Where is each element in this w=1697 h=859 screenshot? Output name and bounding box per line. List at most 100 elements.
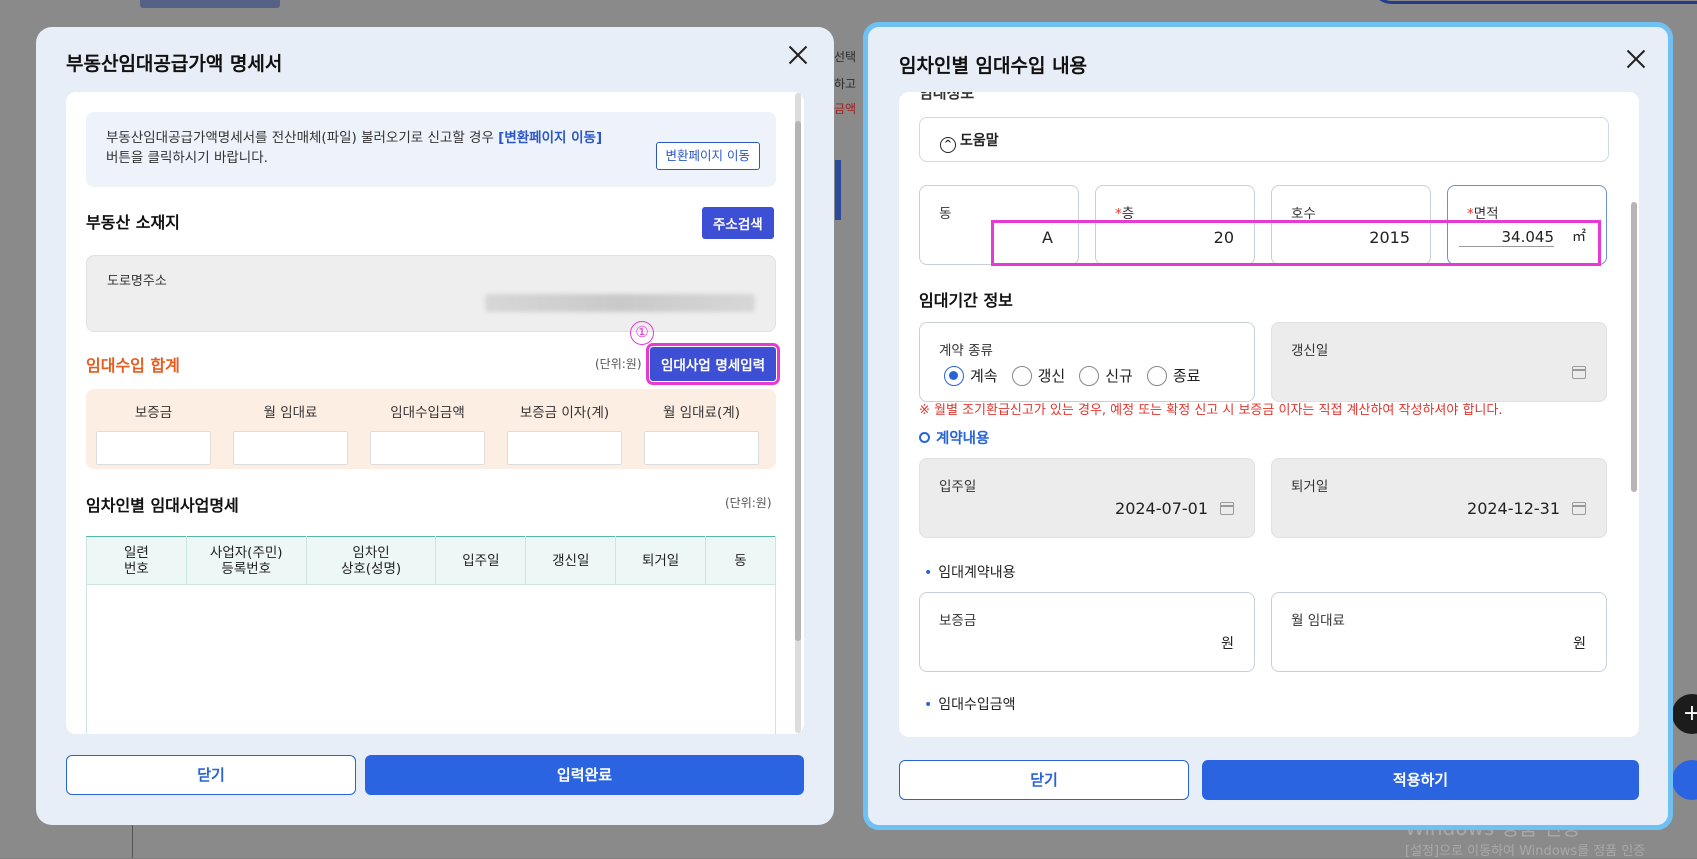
contract-type-radio-group: 계속 갱신 신규 종료 bbox=[944, 365, 1200, 386]
close-icon[interactable] bbox=[786, 43, 810, 67]
contract-type-field: 계약 종류 계속 갱신 신규 종료 bbox=[919, 322, 1255, 402]
move-out-value: 2024-12-31 bbox=[1467, 499, 1560, 518]
background-text: 하고 bbox=[834, 77, 857, 91]
modal-body: 임대정보 ^도움말 ② 동 A *층 20 호수 2015 *면적 34.045… bbox=[899, 92, 1639, 737]
sum-col-income: 임대수입금액 bbox=[365, 389, 490, 465]
radio-new[interactable]: 신규 bbox=[1079, 365, 1133, 386]
calendar-icon[interactable] bbox=[1220, 502, 1234, 515]
col-reg-number: 사업자(주민) 등록번호 bbox=[185, 536, 307, 585]
radio-label: 계속 bbox=[970, 367, 998, 385]
income-total-input[interactable] bbox=[370, 431, 485, 465]
deposit-interest-warning: ※ 월별 조기환급신고가 있는 경우, 예정 또는 확정 신고 시 보증금 이자… bbox=[919, 403, 1503, 418]
info-text-2: 버튼을 클릭하시기 바랍니다. bbox=[106, 150, 268, 166]
tenant-unit-note: (단위:원) bbox=[725, 496, 772, 510]
radio-end[interactable]: 종료 bbox=[1146, 365, 1200, 386]
tenant-table: 일련 번호 사업자(주민) 등록번호 임차인 상호(성명) 입주일 갱신일 퇴거… bbox=[86, 536, 776, 585]
calendar-icon[interactable] bbox=[1572, 366, 1586, 379]
modal-title: 부동산임대공급가액 명세서 bbox=[66, 53, 283, 75]
scrollbar-thumb[interactable] bbox=[795, 121, 801, 641]
supply-value-statement-modal: 부동산임대공급가액 명세서 부동산임대공급가액명세서를 전산매체(파일) 불러오… bbox=[36, 27, 834, 825]
monthly-rent-unit: 원 bbox=[1573, 636, 1586, 652]
rent-total-title: 임대수입 합계 bbox=[86, 356, 180, 375]
radio-icon bbox=[1146, 365, 1167, 386]
lease-contract-title: 임대계약내용 bbox=[924, 562, 1015, 582]
radio-icon bbox=[1011, 365, 1032, 386]
area-label: *면적 bbox=[1467, 206, 1499, 222]
monthly-rent-label: 월 임대료 bbox=[1291, 613, 1345, 629]
apply-button[interactable]: 적용하기 bbox=[1202, 760, 1639, 800]
info-link-text: [변환페이지 이동] bbox=[498, 130, 603, 146]
chevron-up-icon: ^ bbox=[940, 137, 956, 153]
calendar-icon[interactable] bbox=[1572, 502, 1586, 515]
period-section-title: 임대기간 정보 bbox=[919, 291, 1013, 310]
deposit-field[interactable]: 보증금 원 bbox=[919, 592, 1255, 672]
help-toggle[interactable]: ^ 도움말 bbox=[919, 117, 1609, 162]
scrollbar[interactable] bbox=[795, 93, 801, 733]
modal-body: 부동산임대공급가액명세서를 전산매체(파일) 불러오기로 신고할 경우 [변환페… bbox=[66, 92, 804, 734]
modal-title: 임차인별 임대수입 내용 bbox=[899, 55, 1088, 77]
background-text: 선택 bbox=[834, 50, 857, 64]
building-label: 동 bbox=[939, 206, 952, 222]
tenant-rent-income-modal: 임차인별 임대수입 내용 임대정보 ^도움말 ② 동 A *층 20 호수 20… bbox=[863, 22, 1673, 830]
col-renewal: 갱신일 bbox=[525, 536, 617, 585]
col-tenant-name: 임차인 상호(성명) bbox=[305, 536, 437, 585]
chatbot-fab-button[interactable] bbox=[1672, 760, 1697, 800]
blurred-address bbox=[485, 294, 755, 312]
radio-selected-icon bbox=[944, 365, 964, 386]
close-button[interactable]: 닫기 bbox=[66, 755, 356, 795]
ring-icon bbox=[919, 432, 930, 443]
tenant-table-body bbox=[86, 585, 776, 734]
radio-icon bbox=[1079, 365, 1100, 386]
scrollbar-thumb[interactable] bbox=[1631, 202, 1637, 492]
move-in-date-field[interactable]: 입주일 2024-07-01 bbox=[919, 458, 1255, 538]
plus-fab-button[interactable]: + bbox=[1672, 694, 1697, 734]
sum-col-monthly: 월 임대료 bbox=[228, 389, 353, 465]
scrollbar[interactable] bbox=[1631, 202, 1637, 502]
col-building: 동 bbox=[705, 536, 776, 585]
file-upload-info-box: 부동산임대공급가액명세서를 전산매체(파일) 불러오기로 신고할 경우 [변환페… bbox=[86, 112, 776, 187]
hometax-logo bbox=[140, 0, 280, 8]
address-search-button[interactable]: 주소검색 bbox=[702, 207, 774, 239]
road-address-field[interactable]: 도로명주소 bbox=[86, 255, 776, 332]
road-address-label: 도로명주소 bbox=[107, 274, 167, 289]
room-number-label: 호수 bbox=[1291, 206, 1316, 222]
sum-col-deposit-interest: 보증금 이자(계) bbox=[502, 389, 627, 465]
unit-note: (단위:원) bbox=[595, 357, 642, 371]
sum-col-header: 보증금 bbox=[134, 405, 173, 421]
col-serial: 일련 번호 bbox=[86, 536, 187, 585]
tenant-section-title: 임차인별 임대사업명세 bbox=[86, 496, 239, 515]
radio-label: 갱신 bbox=[1037, 367, 1066, 385]
info-text: 부동산임대공급가액명세서를 전산매체(파일) 불러오기로 신고할 경우 bbox=[106, 130, 499, 146]
radio-renewal[interactable]: 갱신 bbox=[1011, 365, 1066, 386]
sum-col-header: 월 임대료 bbox=[263, 405, 318, 421]
rent-total-box: 보증금 월 임대료 임대수입금액 보증금 이자(계) 월 임대료(계) bbox=[86, 389, 776, 469]
deposit-interest-input[interactable] bbox=[507, 431, 622, 465]
deposit-total-input[interactable] bbox=[96, 431, 211, 465]
deposit-unit: 원 bbox=[1221, 636, 1234, 652]
annotation-1: ① bbox=[630, 321, 654, 345]
annotation-highlight-box bbox=[991, 220, 1601, 266]
close-icon[interactable] bbox=[1624, 47, 1648, 71]
sum-col-monthly-sum: 월 임대료(계) bbox=[639, 389, 764, 465]
rent-business-detail-button[interactable]: 임대사업 명세입력 bbox=[645, 343, 781, 385]
sum-col-header: 월 임대료(계) bbox=[663, 405, 740, 421]
floor-label: *층 bbox=[1115, 206, 1135, 222]
windows-watermark-subtitle: [설정]으로 이동하여 Windows를 정품 인증 bbox=[1405, 844, 1646, 859]
monthly-rent-field[interactable]: 월 임대료 원 bbox=[1271, 592, 1607, 672]
monthly-rent-total-input[interactable] bbox=[233, 431, 348, 465]
background-tab-marker bbox=[835, 160, 841, 220]
convert-page-button[interactable]: 변환페이지 이동 bbox=[655, 142, 760, 170]
col-move-out: 퇴거일 bbox=[615, 536, 707, 585]
move-out-date-field[interactable]: 퇴거일 2024-12-31 bbox=[1271, 458, 1607, 538]
renewal-date-field[interactable]: 갱신일 bbox=[1271, 322, 1607, 402]
radio-continue[interactable]: 계속 bbox=[944, 365, 998, 386]
background-text: 금액 bbox=[834, 102, 857, 116]
complete-button[interactable]: 입력완료 bbox=[365, 755, 804, 795]
income-amount-title: 임대수입금액 bbox=[924, 694, 1015, 714]
section-title-partial: 임대정보 bbox=[919, 92, 975, 102]
location-section-title: 부동산 소재지 bbox=[86, 213, 180, 232]
monthly-rent-sum-input[interactable] bbox=[644, 431, 759, 465]
move-in-value: 2024-07-01 bbox=[1115, 499, 1208, 518]
close-button[interactable]: 닫기 bbox=[899, 760, 1189, 800]
move-out-label: 퇴거일 bbox=[1291, 479, 1329, 495]
